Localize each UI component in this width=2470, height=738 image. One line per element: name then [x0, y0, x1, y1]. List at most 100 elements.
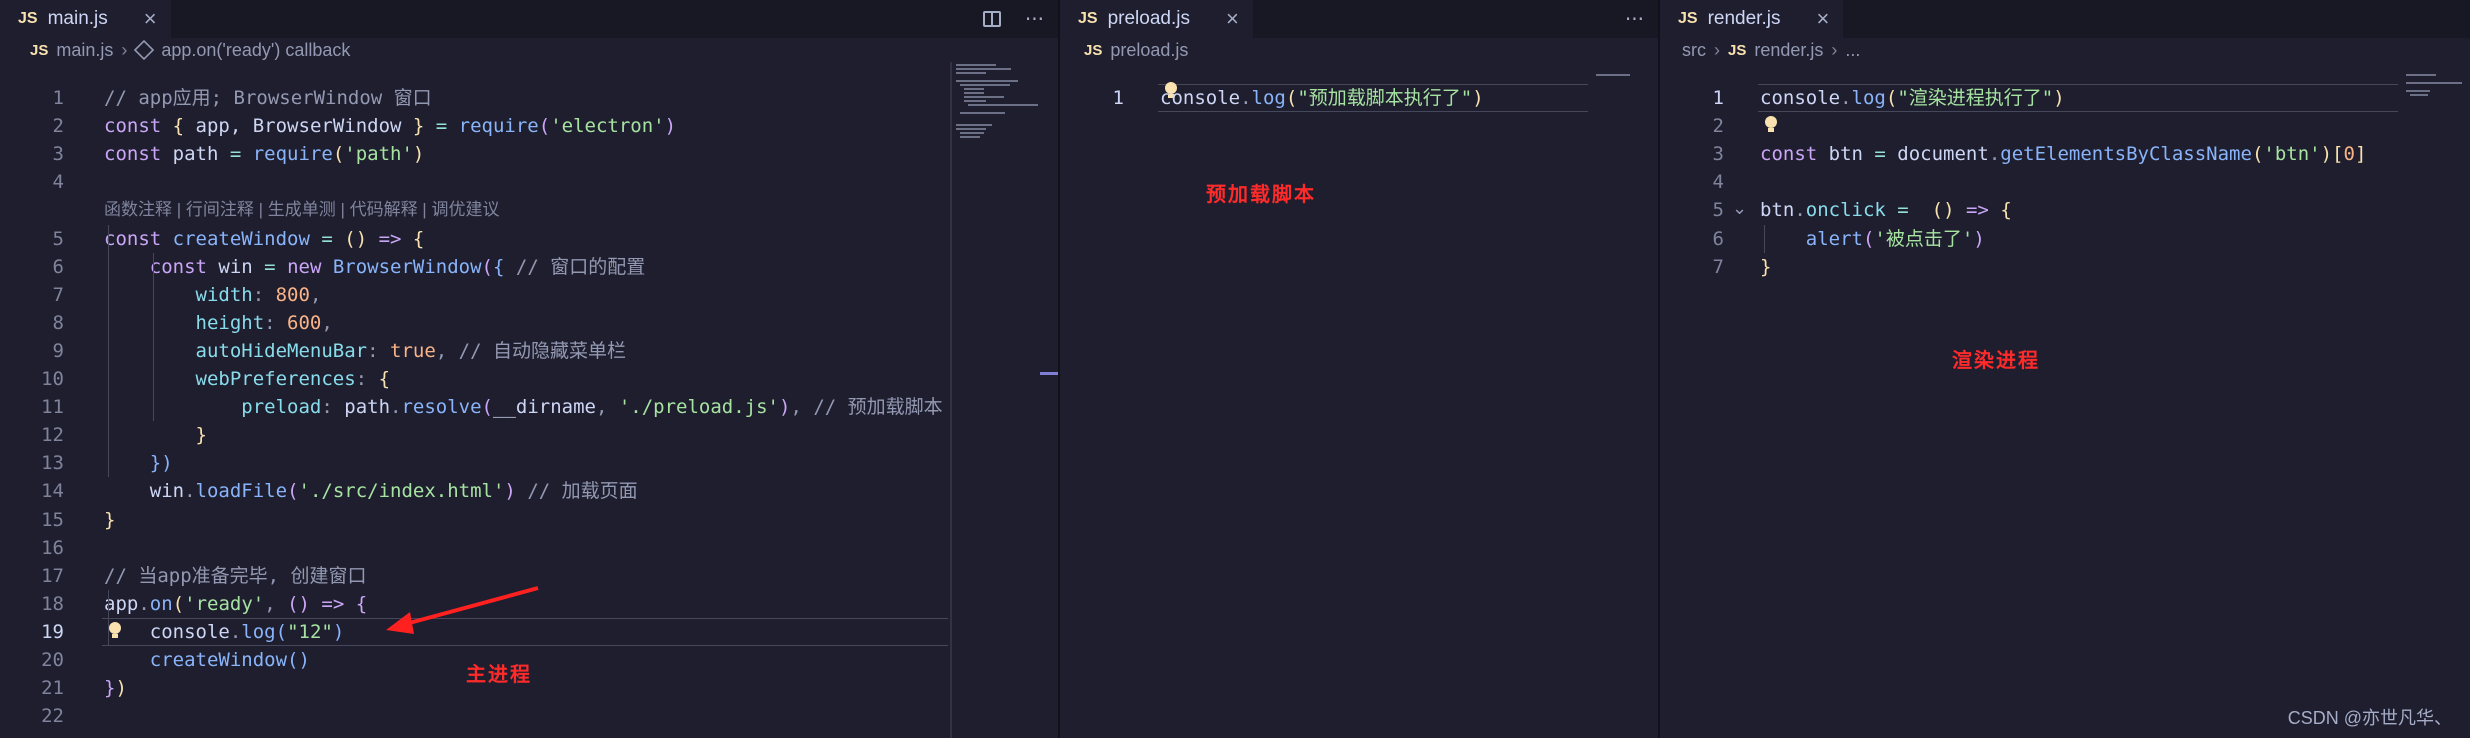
line-number: 18	[41, 592, 64, 615]
split-editor-icon[interactable]	[982, 11, 1001, 27]
code-line[interactable]: const win = new BrowserWindow({ // 窗口的配置	[104, 253, 645, 281]
code-token: "预加载脚本执行了"	[1297, 87, 1473, 109]
code-line[interactable]: const btn = document.getElementsByClassN…	[1760, 140, 2366, 168]
code-line[interactable]: const path = require('path')	[104, 140, 424, 168]
code-line[interactable]: width: 800,	[104, 281, 322, 309]
code-token: (	[332, 143, 345, 166]
code-line[interactable]: alert('被点击了')	[1760, 225, 1985, 253]
tab-render-js[interactable]: JS render.js ×	[1660, 0, 1844, 38]
code-line[interactable]: createWindow()	[104, 646, 310, 674]
annotation-render-process: 渲染进程	[1952, 348, 2040, 372]
code-token: './src/index.html'	[298, 480, 505, 503]
line-number: 21	[41, 677, 64, 700]
breadcrumb-file[interactable]: main.js	[56, 40, 113, 61]
code-line[interactable]: app.on('ready', () => {	[104, 590, 367, 618]
minimap[interactable]	[2402, 62, 2470, 152]
code-line[interactable]: // 当app准备完毕, 创建窗口	[104, 562, 367, 590]
minimap[interactable]	[1592, 62, 1658, 152]
breadcrumb-folder[interactable]: src	[1682, 40, 1706, 61]
tab-main-js[interactable]: JS main.js ×	[0, 0, 171, 38]
codelens-actions[interactable]: 函数注释 | 行间注释 | 生成单测 | 代码解释 | 调优建议	[104, 196, 499, 224]
code-token: require	[458, 115, 539, 138]
code-line[interactable]: console.log("渲染进程执行了")	[1760, 84, 2065, 112]
code-token: (	[1885, 87, 1898, 109]
code-token: new	[287, 255, 322, 278]
code-token: (	[1285, 87, 1298, 109]
code-token: './preload.js'	[618, 396, 779, 419]
breadcrumb: JS preload.js	[1060, 38, 1658, 62]
code-token: (	[1862, 227, 1875, 250]
code-token: }	[412, 115, 425, 138]
code-line[interactable]: const { app, BrowserWindow } = require('…	[104, 112, 676, 140]
minimap[interactable]	[952, 62, 1058, 152]
code-token: :	[252, 283, 276, 306]
line-number: 3	[1712, 143, 1724, 166]
close-icon[interactable]: ×	[1226, 6, 1239, 32]
breadcrumb-symbol[interactable]: app.on('ready') callback	[161, 40, 350, 61]
code-line[interactable]: // app应用; BrowserWindow 窗口	[104, 84, 432, 112]
code-line[interactable]: })	[104, 449, 173, 477]
breadcrumb: src › JS render.js › ...	[1660, 38, 2470, 62]
code-line[interactable]: webPreferences: {	[104, 365, 391, 393]
code-token: // 加载页面	[515, 480, 638, 503]
line-number: 1	[1712, 87, 1724, 109]
line-number: 7	[1712, 255, 1724, 278]
code-line[interactable]: console.log("12")	[104, 618, 345, 646]
code-line[interactable]: autoHideMenuBar: true, // 自动隐藏菜单栏	[104, 337, 626, 365]
code-token: ,	[264, 592, 288, 615]
code-token: width	[195, 283, 253, 306]
code-token: createWindow	[161, 227, 310, 250]
code-token: ,	[321, 311, 333, 334]
code-token: (	[481, 255, 493, 278]
code-line[interactable]: preload: path.resolve(__dirname, './prel…	[104, 393, 943, 421]
line-number: 19	[41, 620, 64, 643]
code-line[interactable]: height: 600,	[104, 309, 333, 337]
code-token: .	[229, 620, 242, 643]
indent-guide	[108, 589, 109, 646]
line-number: 3	[52, 143, 64, 166]
code-token: // 预加载脚本	[801, 396, 943, 419]
code-token: __dirname	[493, 396, 596, 419]
breadcrumb-file[interactable]: render.js	[1754, 40, 1823, 61]
code-token: const	[104, 115, 162, 138]
code-line[interactable]: btn.onclick = () => {	[1760, 196, 2012, 224]
code-line[interactable]: const createWindow = () => {	[104, 225, 424, 253]
tab-label: main.js	[47, 8, 108, 29]
more-actions-icon[interactable]: ···	[1625, 7, 1644, 31]
code-line[interactable]: console.log("预加载脚本执行了")	[1160, 84, 1484, 112]
code-token: "渲染进程执行了"	[1897, 87, 2054, 109]
breadcrumb-more[interactable]: ...	[1845, 40, 1860, 61]
code-token: {	[172, 115, 185, 138]
code-token: console	[149, 620, 230, 643]
line-number: 15	[41, 508, 64, 531]
code-token: height	[195, 311, 265, 334]
code-token: app, BrowserWindow	[184, 115, 413, 138]
code-token: .	[1240, 87, 1252, 109]
tab-preload-js[interactable]: JS preload.js ×	[1060, 0, 1253, 38]
code-line[interactable]: })	[104, 674, 127, 702]
close-icon[interactable]: ×	[1816, 6, 1829, 32]
code-line[interactable]: }	[104, 506, 115, 534]
code-token: ()	[1931, 199, 1955, 222]
code-token: )	[779, 396, 791, 419]
line-number: 6	[52, 255, 64, 278]
code-token: autoHideMenuBar	[195, 339, 368, 362]
code-token: (	[287, 480, 299, 503]
scrollbar-track[interactable]	[950, 62, 952, 738]
close-icon[interactable]: ×	[144, 6, 157, 32]
code-token: :	[367, 339, 390, 362]
code-token: getElementsByClassName	[2000, 143, 2252, 166]
lightbulb-icon[interactable]	[1764, 116, 1778, 134]
breadcrumb-file[interactable]: preload.js	[1110, 40, 1188, 61]
code-token: // app应用; BrowserWindow 窗口	[104, 87, 432, 109]
code-token: =	[1874, 143, 1898, 166]
more-actions-icon[interactable]: ···	[1025, 7, 1044, 31]
code-line[interactable]: }	[1760, 253, 1771, 281]
code-line[interactable]: win.loadFile('./src/index.html') // 加载页面	[104, 477, 638, 505]
code-token: path	[161, 143, 230, 166]
chevron-down-icon[interactable]: ⌄	[1732, 198, 1747, 219]
code-line[interactable]: }	[104, 421, 207, 449]
